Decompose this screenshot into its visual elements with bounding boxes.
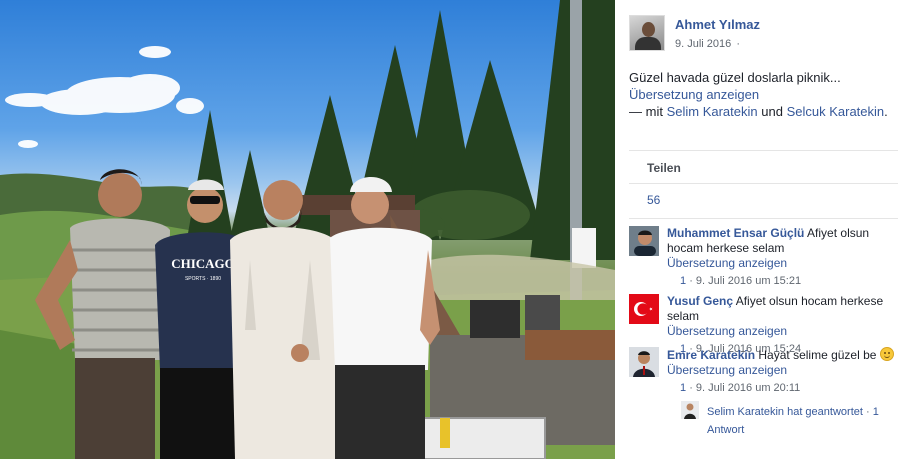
comment-timestamp[interactable]: · 9. Juli 2016 um 15:21 (689, 275, 801, 287)
comment-text: Hayat selime güzel be (758, 348, 877, 362)
reply-avatar (681, 401, 699, 419)
share-button[interactable]: Teilen (647, 161, 681, 175)
comment-like-count[interactable]: 1 (680, 275, 686, 287)
date-separator: · (736, 38, 740, 50)
commenter-avatar[interactable] (629, 294, 659, 324)
tagged-person-link[interactable]: Selim Karatekin (667, 104, 758, 119)
comment-meta: 1 · 9. Juli 2016 um 20:11 (667, 381, 897, 396)
comment-translate-link[interactable]: Übersetzung anzeigen (667, 363, 897, 378)
tagged-prefix: — mit (629, 104, 663, 119)
avatar-photo (681, 401, 699, 419)
post-date[interactable]: 9. Juli 2016 (675, 38, 731, 50)
comment-translate-link[interactable]: Übersetzung anzeigen (667, 256, 897, 271)
comment-body: Emre Karatekin Hayat selime güzel be Übe… (667, 347, 897, 396)
tagged-join: und (761, 104, 783, 119)
tagged-end: . (884, 104, 888, 119)
photo-illustration: CHICAGO SPORTS · 1890 (0, 0, 615, 459)
comment-translate-link[interactable]: Übersetzung anzeigen (667, 324, 897, 339)
avatar-head-shape (642, 22, 655, 37)
commenter-avatar[interactable] (629, 226, 659, 256)
comment-like-count[interactable]: 1 (680, 382, 686, 394)
tagged-person-link[interactable]: Selcuk Karatekin (787, 104, 885, 119)
commenter-name[interactable]: Emre Karatekin (667, 348, 755, 362)
shirt-subprint: SPORTS · 1890 (185, 276, 221, 282)
comment-timestamp[interactable]: · 9. Juli 2016 um 20:11 (689, 382, 800, 394)
post-translate-link[interactable]: Übersetzung anzeigen (629, 87, 759, 102)
commenter-name[interactable]: Muhammet Ensar Güçlü (667, 226, 804, 240)
tagged-people: — mit Selim Karatekin und Selcuk Karatek… (629, 104, 888, 119)
likes-count[interactable]: 56 (647, 193, 660, 207)
smiley-emoji-icon (879, 347, 894, 361)
commenter-name[interactable]: Yusuf Genç (667, 294, 733, 308)
commenter-avatar[interactable] (629, 347, 659, 377)
post-photo[interactable]: CHICAGO SPORTS · 1890 (0, 0, 615, 459)
comment-meta: 1 · 9. Juli 2016 um 15:21 (667, 274, 897, 289)
comment-body: Muhammet Ensar Güçlü Afiyet olsun hocam … (667, 226, 897, 289)
post-text: Güzel havada güzel doslarla piknik... (629, 70, 841, 85)
avatar-photo (629, 226, 659, 256)
avatar-body-shape (635, 37, 661, 50)
author-avatar[interactable] (629, 15, 665, 51)
post-date-row: 9. Juli 2016 · (675, 38, 740, 50)
avatar-photo (629, 347, 659, 377)
divider (629, 218, 898, 219)
turkish-flag-icon (629, 294, 659, 324)
reply-label[interactable]: Selim Karatekin hat geantwortet (707, 406, 863, 418)
author-name[interactable]: Ahmet Yılmaz (675, 17, 760, 32)
reply-text[interactable]: Selim Karatekin hat geantwortet · 1 Antw… (707, 403, 897, 439)
reply-separator: · (865, 406, 870, 418)
divider (629, 150, 898, 151)
shirt-print: CHICAGO (171, 256, 235, 271)
divider (629, 183, 898, 184)
post-sidebar: Ahmet Yılmaz 9. Juli 2016 · Güzel havada… (615, 0, 898, 459)
